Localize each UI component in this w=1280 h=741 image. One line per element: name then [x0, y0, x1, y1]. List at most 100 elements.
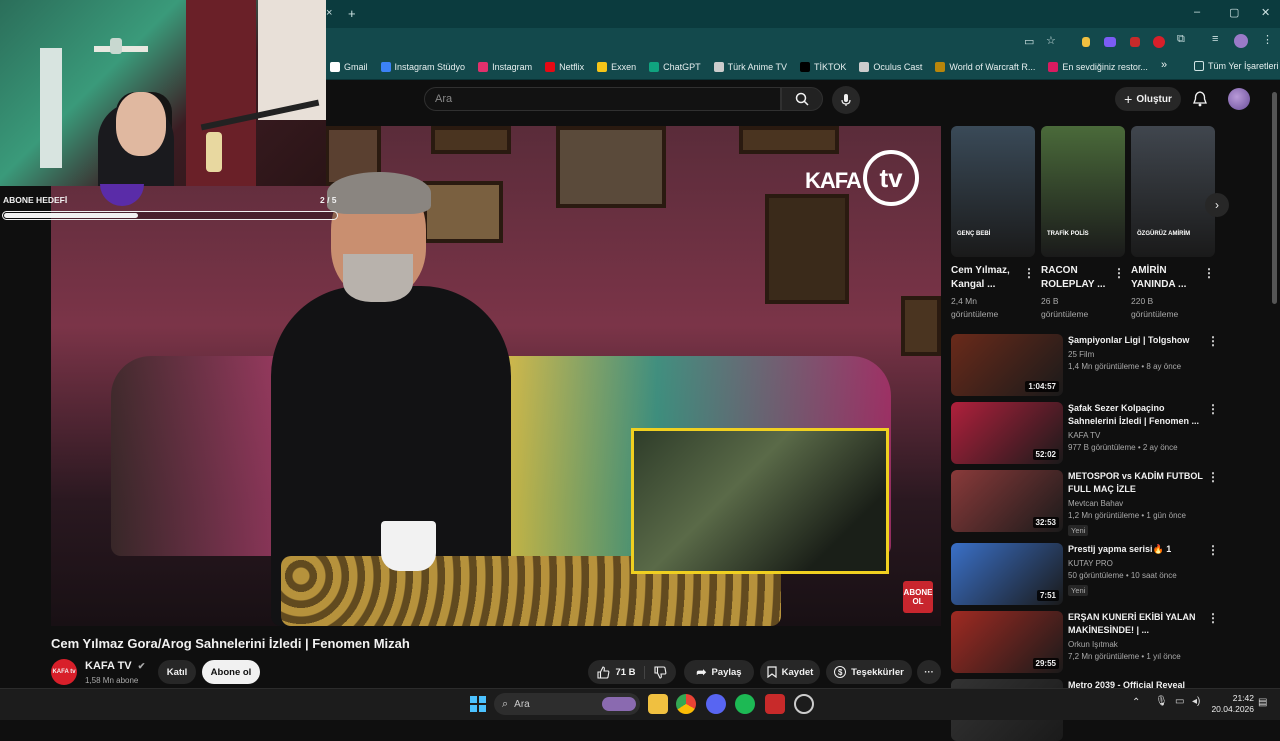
video-menu-icon[interactable]: ⋮: [1207, 402, 1219, 416]
video-channel[interactable]: KUTAY PRO: [1068, 559, 1113, 568]
bookmark-item[interactable]: Instagram: [478, 61, 532, 72]
video-title-link[interactable]: METOSPOR vs KADİM FUTBOL FULL MAÇ İZLE: [1068, 470, 1203, 496]
recommended-video[interactable]: 7:51 Prestij yapma serisi🔥 1 KUTAY PRO 50 g…: [951, 543, 1221, 605]
recommended-video[interactable]: 29:55 ERŞAN KUNERİ EKİBİ YALAN MAKİNESİND…: [951, 611, 1221, 673]
browser-menu-icon[interactable]: ⋮: [1262, 33, 1273, 46]
all-bookmarks-folder[interactable]: Tüm Yer İşaretleri: [1194, 61, 1279, 71]
video-thumbnail[interactable]: 32:53: [951, 470, 1063, 532]
short-menu-icon[interactable]: ⋮: [1203, 266, 1215, 280]
video-title-link[interactable]: ERŞAN KUNERİ EKİBİ YALAN MAKİNESİNDE! | …: [1068, 611, 1203, 637]
video-thumbnail[interactable]: 52:02: [951, 402, 1063, 464]
app-icon[interactable]: [765, 694, 785, 714]
short-menu-icon[interactable]: ⋮: [1023, 266, 1035, 280]
tray-chevron-icon[interactable]: ⌃: [1132, 697, 1140, 708]
extensions-puzzle-icon[interactable]: ⧉: [1177, 33, 1185, 46]
bookmark-star-icon[interactable]: ☆: [1046, 34, 1056, 47]
bookmark-item[interactable]: Oculus Cast: [859, 61, 922, 72]
short-card[interactable]: ÖZGÜRÜZ AMİRİM AMİRİN YANINDA ... 220 B gör…: [1131, 126, 1215, 319]
mic-tray-icon[interactable]: 🎙: [1155, 696, 1168, 707]
bookmark-item[interactable]: TİKTOK: [800, 61, 846, 72]
subscribe-button[interactable]: Abone ol: [202, 660, 260, 684]
short-thumbnail[interactable]: ÖZGÜRÜZ AMİRİM: [1131, 126, 1215, 257]
short-thumbnail[interactable]: TRAFİK POLİS: [1041, 126, 1125, 257]
more-bookmarks-icon[interactable]: »: [1161, 59, 1167, 71]
chrome-icon[interactable]: [676, 694, 696, 714]
video-menu-icon[interactable]: ⋮: [1207, 334, 1219, 348]
voice-search-button[interactable]: [832, 86, 860, 114]
short-thumbnail[interactable]: GENÇ BEBİ: [951, 126, 1035, 257]
extension-icon[interactable]: [1104, 37, 1116, 47]
short-title[interactable]: Cem Yılmaz, Kangal ...: [951, 264, 1019, 292]
shorts-next-button[interactable]: ›: [1205, 193, 1229, 217]
channel-avatar[interactable]: KAFA tv: [51, 659, 77, 685]
recommended-video[interactable]: 1:04:57 Şampiyonlar Ligi | Tolgshow 25 Fil…: [951, 334, 1221, 396]
file-explorer-icon[interactable]: [648, 694, 668, 714]
video-title-link[interactable]: Prestij yapma serisi🔥 1: [1068, 543, 1203, 556]
bookmark-item[interactable]: Exxen: [597, 61, 636, 72]
extension-icon[interactable]: [1130, 37, 1140, 47]
video-channel[interactable]: Orkun Işıtmak: [1068, 640, 1118, 649]
more-actions-button[interactable]: ···: [917, 660, 941, 684]
spotify-icon[interactable]: [735, 694, 755, 714]
notification-center-icon[interactable]: ▤: [1258, 697, 1267, 708]
reaction-clip-overlay: [631, 428, 889, 574]
minimize-icon[interactable]: –: [1194, 6, 1200, 18]
bookmark-item[interactable]: En sevdiğiniz restor...: [1048, 61, 1148, 72]
cast-icon[interactable]: ▭: [1024, 35, 1034, 48]
short-title[interactable]: RACON ROLEPLAY ...: [1041, 264, 1109, 292]
taskbar-clock[interactable]: 21:42 20.04.2026: [1210, 693, 1254, 715]
short-menu-icon[interactable]: ⋮: [1113, 266, 1125, 280]
video-channel[interactable]: Mevtcan Bahav: [1068, 499, 1123, 508]
recommended-video[interactable]: 52:02 Şafak Sezer Kolpaçino Sahnelerini İ…: [951, 402, 1221, 464]
notifications-button[interactable]: [1190, 89, 1210, 109]
video-menu-icon[interactable]: ⋮: [1207, 470, 1219, 484]
close-tab-icon[interactable]: ×: [326, 7, 332, 19]
discord-icon[interactable]: [706, 694, 726, 714]
channel-name[interactable]: KAFA TV ✔: [85, 660, 145, 672]
bookmark-item[interactable]: ChatGPT: [649, 61, 701, 72]
search-input[interactable]: Ara: [424, 87, 781, 111]
reading-list-icon[interactable]: ≡: [1212, 33, 1218, 45]
video-menu-icon[interactable]: ⋮: [1207, 611, 1219, 625]
short-card[interactable]: GENÇ BEBİ Cem Yılmaz, Kangal ... 2,4 Mn gör…: [951, 126, 1035, 319]
join-button[interactable]: Katıl: [158, 660, 196, 684]
new-tab-button[interactable]: +: [348, 6, 356, 21]
wall-painting: [431, 126, 511, 154]
start-button[interactable]: [468, 694, 488, 714]
like-button[interactable]: 71 B: [597, 665, 645, 679]
volume-icon[interactable]: ◂): [1192, 696, 1200, 707]
account-avatar[interactable]: [1228, 88, 1250, 110]
recommended-video[interactable]: 32:53 METOSPOR vs KADİM FUTBOL FULL MAÇ İ…: [951, 470, 1221, 536]
bookmark-item[interactable]: Instagram Stüdyo: [380, 61, 465, 72]
create-button[interactable]: + Oluştur: [1115, 87, 1181, 111]
window-close-icon[interactable]: ✕: [1261, 6, 1270, 19]
bookmark-item[interactable]: Gmail: [330, 61, 368, 72]
video-thumbnail[interactable]: 1:04:57: [951, 334, 1063, 396]
video-title-link[interactable]: Şampiyonlar Ligi | Tolgshow: [1068, 334, 1203, 347]
extension-icon[interactable]: [1153, 36, 1165, 48]
taskbar-search[interactable]: ⌕ Ara: [494, 693, 640, 715]
video-menu-icon[interactable]: ⋮: [1207, 543, 1219, 557]
search-button[interactable]: [781, 87, 823, 111]
obs-icon[interactable]: [794, 694, 814, 714]
thanks-button[interactable]: $ Teşekkürler: [826, 660, 912, 684]
save-button[interactable]: Kaydet: [760, 660, 820, 684]
short-title[interactable]: AMİRİN YANINDA ...: [1131, 264, 1199, 292]
share-button[interactable]: ➦ Paylaş: [684, 660, 754, 684]
short-card[interactable]: TRAFİK POLİS RACON ROLEPLAY ... 26 B görünt…: [1041, 126, 1125, 319]
video-channel[interactable]: 25 Film: [1068, 350, 1094, 359]
video-thumbnail[interactable]: 7:51: [951, 543, 1063, 605]
bookmark-item[interactable]: Türk Anime TV: [713, 61, 787, 72]
extension-icon[interactable]: [1082, 37, 1090, 47]
video-channel[interactable]: KAFA TV: [1068, 431, 1100, 440]
video-title-link[interactable]: Şafak Sezer Kolpaçino Sahnelerini İzledi…: [1068, 402, 1203, 428]
bookmark-item[interactable]: Netflix: [545, 61, 584, 72]
profile-avatar[interactable]: [1234, 34, 1248, 48]
thumbs-down-icon[interactable]: [653, 665, 667, 679]
video-thumbnail[interactable]: 29:55: [951, 611, 1063, 673]
page-scrollbar[interactable]: [1272, 92, 1277, 304]
network-icon[interactable]: ▭: [1175, 696, 1184, 707]
bookmark-item[interactable]: World of Warcraft R...: [935, 61, 1035, 72]
kafatv-mug: [381, 521, 436, 571]
maximize-icon[interactable]: ▢: [1229, 6, 1239, 19]
